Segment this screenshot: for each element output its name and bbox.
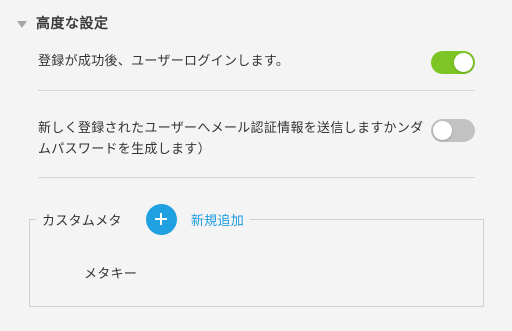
divider xyxy=(38,177,475,178)
advanced-settings-header[interactable]: 高度な設定 xyxy=(17,13,109,33)
add-meta-link[interactable]: 新規追加 xyxy=(191,210,244,229)
plus-icon xyxy=(155,213,168,225)
custom-meta-title: カスタムメタ xyxy=(42,213,122,229)
auto-login-label: 登録が成功後、ユーザーログインします。 xyxy=(38,54,290,69)
section-title: 高度な設定 xyxy=(36,16,109,32)
toggle-knob xyxy=(454,53,473,72)
send-credentials-label: 新しく登録されたユーザーへメール認証情報を送信しますかンダムパスワードを生成しま… xyxy=(38,121,424,157)
caret-down-icon[interactable] xyxy=(17,20,27,28)
auto-login-toggle[interactable] xyxy=(431,51,475,74)
advanced-settings-panel: 高度な設定 登録が成功後、ユーザーログインします。 新しく登録されたユーザーへメ… xyxy=(0,0,512,331)
meta-key-label: メタキー xyxy=(84,267,138,282)
custom-meta-legend: カスタムメタ 新規追加 xyxy=(36,203,251,235)
add-meta-button[interactable] xyxy=(145,203,177,235)
divider xyxy=(38,90,475,91)
toggle-knob xyxy=(433,121,452,140)
send-credentials-toggle[interactable] xyxy=(431,119,475,142)
